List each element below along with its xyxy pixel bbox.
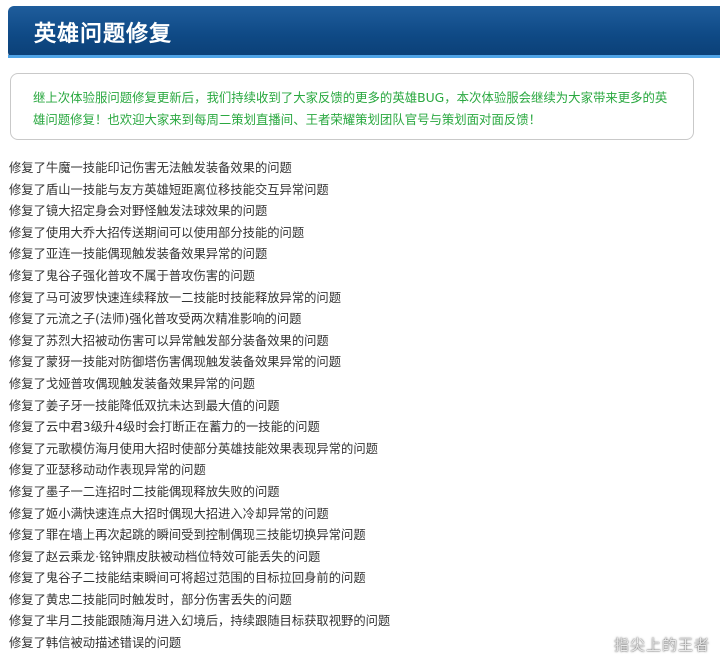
section-header: 英雄问题修复	[8, 6, 720, 58]
fix-item: 修复了赵云乘龙·铭钟鼎皮肤被动档位特效可能丢失的问题	[9, 549, 321, 564]
section-title: 英雄问题修复	[34, 22, 173, 47]
fix-item: 修复了鬼谷子强化普攻不属于普攻伤害的问题	[9, 268, 255, 283]
fix-item: 修复了罪在墙上再次起跳的瞬间受到控制偶现三技能切换异常问题	[9, 528, 366, 543]
fix-list: 修复了牛魔一技能印记伤害无法触发装备效果的问题 修复了盾山一技能与友方英雄短距离…	[9, 158, 390, 655]
fix-item: 修复了牛魔一技能印记伤害无法触发装备效果的问题	[9, 161, 292, 175]
fix-item: 修复了马可波罗快速连续释放一二技能时技能释放异常的问题	[9, 290, 342, 305]
notice-box: 继上次体验服问题修复更新后，我们持续收到了大家反馈的更多的英雄BUG，本次体验服…	[10, 73, 694, 140]
fix-item: 修复了黄忠二技能同时触发时，部分伤害丢失的问题	[9, 592, 292, 607]
fix-item: 修复了鬼谷子二技能结束瞬间可将超过范围的目标拉回身前的问题	[9, 571, 366, 586]
fix-item: 修复了亚连一技能偶现触发装备效果异常的问题	[9, 247, 268, 262]
fix-item: 修复了蒙犽一技能对防御塔伤害偶现触发装备效果异常的问题	[9, 355, 342, 370]
fix-item: 修复了元歌模仿海月使用大招时使部分英雄技能效果表现异常的问题	[9, 441, 378, 456]
fix-item: 修复了使用大乔大招传送期间可以使用部分技能的问题	[9, 225, 305, 240]
fix-item: 修复了墨子一二连招时二技能偶现释放失败的问题	[9, 484, 280, 499]
fix-item: 修复了亚瑟移动动作表现异常的问题	[9, 463, 206, 478]
fix-item: 修复了姜子牙一技能降低双抗未达到最大值的问题	[9, 398, 280, 413]
watermark-text: 指尖上的王者	[613, 636, 710, 654]
fix-item: 修复了苏烈大招被动伤害可以异常触发部分装备效果的问题	[9, 333, 329, 348]
header-accent-bar	[8, 55, 720, 58]
fix-item: 修复了韩信被动描述错误的问题	[9, 636, 182, 651]
fix-item: 修复了盾山一技能与友方英雄短距离位移技能交互异常问题	[9, 182, 329, 197]
fix-item: 修复了镜大招定身会对野怪触发法球效果的问题	[9, 204, 268, 219]
fix-item: 修复了元流之子(法师)强化普攻受两次精准影响的问题	[9, 312, 302, 327]
fix-item: 修复了云中君3级升4级时会打断正在蓄力的一技能的问题	[9, 420, 320, 435]
fix-item: 修复了戈娅普攻偶现触发装备效果异常的问题	[9, 376, 255, 391]
fix-item: 修复了姬小满快速连点大招时偶现大招进入冷却异常的问题	[9, 506, 329, 521]
fix-item: 修复了芈月二技能跟随海月进入幻境后，持续跟随目标获取视野的问题	[9, 614, 391, 629]
